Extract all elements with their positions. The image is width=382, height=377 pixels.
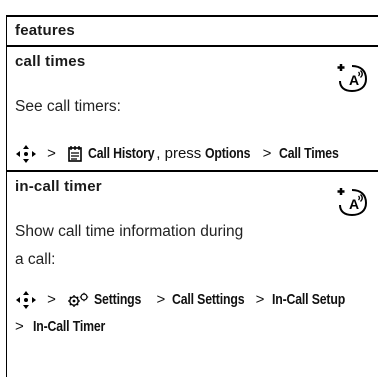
header-top-rule — [6, 15, 378, 17]
left-rule — [6, 15, 7, 377]
path-text: , press — [156, 144, 202, 162]
menu-in-call-setup: In-Call Setup — [271, 290, 345, 308]
header-bottom-rule — [6, 45, 378, 47]
path-separator: > — [156, 290, 166, 308]
badge-letter: A — [349, 196, 359, 212]
network-feature-icon: A — [337, 64, 368, 93]
section-title-call-times: call times — [15, 53, 86, 70]
nav-key-icon — [16, 145, 36, 163]
menu-in-call-timer: In-Call Timer — [32, 318, 106, 335]
manual-page: features call times A See call timers: >… — [0, 0, 382, 377]
in-call-timer-path: > Settings > Call Settings > In-Call Set… — [15, 290, 350, 310]
menu-call-settings: Call Settings — [172, 290, 245, 308]
settings-gears-icon — [68, 292, 89, 307]
call-times-path: > Call History, press Options > Call Tim… — [15, 144, 341, 164]
path-separator: > — [47, 290, 56, 308]
in-call-timer-path-cont: > In-Call Timer — [15, 318, 113, 335]
menu-settings: Settings — [94, 290, 142, 308]
menu-call-times: Call Times — [278, 144, 339, 162]
section-divider — [6, 170, 378, 172]
badge-letter: A — [349, 72, 359, 88]
path-separator: > — [262, 144, 272, 162]
in-call-timer-description-2: a call: — [15, 251, 56, 268]
path-separator: > — [15, 318, 24, 335]
path-separator: > — [47, 144, 56, 162]
options-softkey: Options — [205, 144, 251, 162]
path-separator: > — [255, 290, 265, 308]
page-title: features — [15, 22, 75, 39]
recent-calls-icon — [68, 146, 82, 162]
menu-call-history: Call History — [88, 144, 155, 162]
in-call-timer-description-1: Show call time information during — [15, 223, 244, 240]
network-feature-icon: A — [337, 188, 368, 217]
call-times-description: See call timers: — [15, 98, 121, 115]
section-title-in-call-timer: in-call timer — [15, 178, 102, 195]
nav-key-icon — [16, 291, 36, 309]
